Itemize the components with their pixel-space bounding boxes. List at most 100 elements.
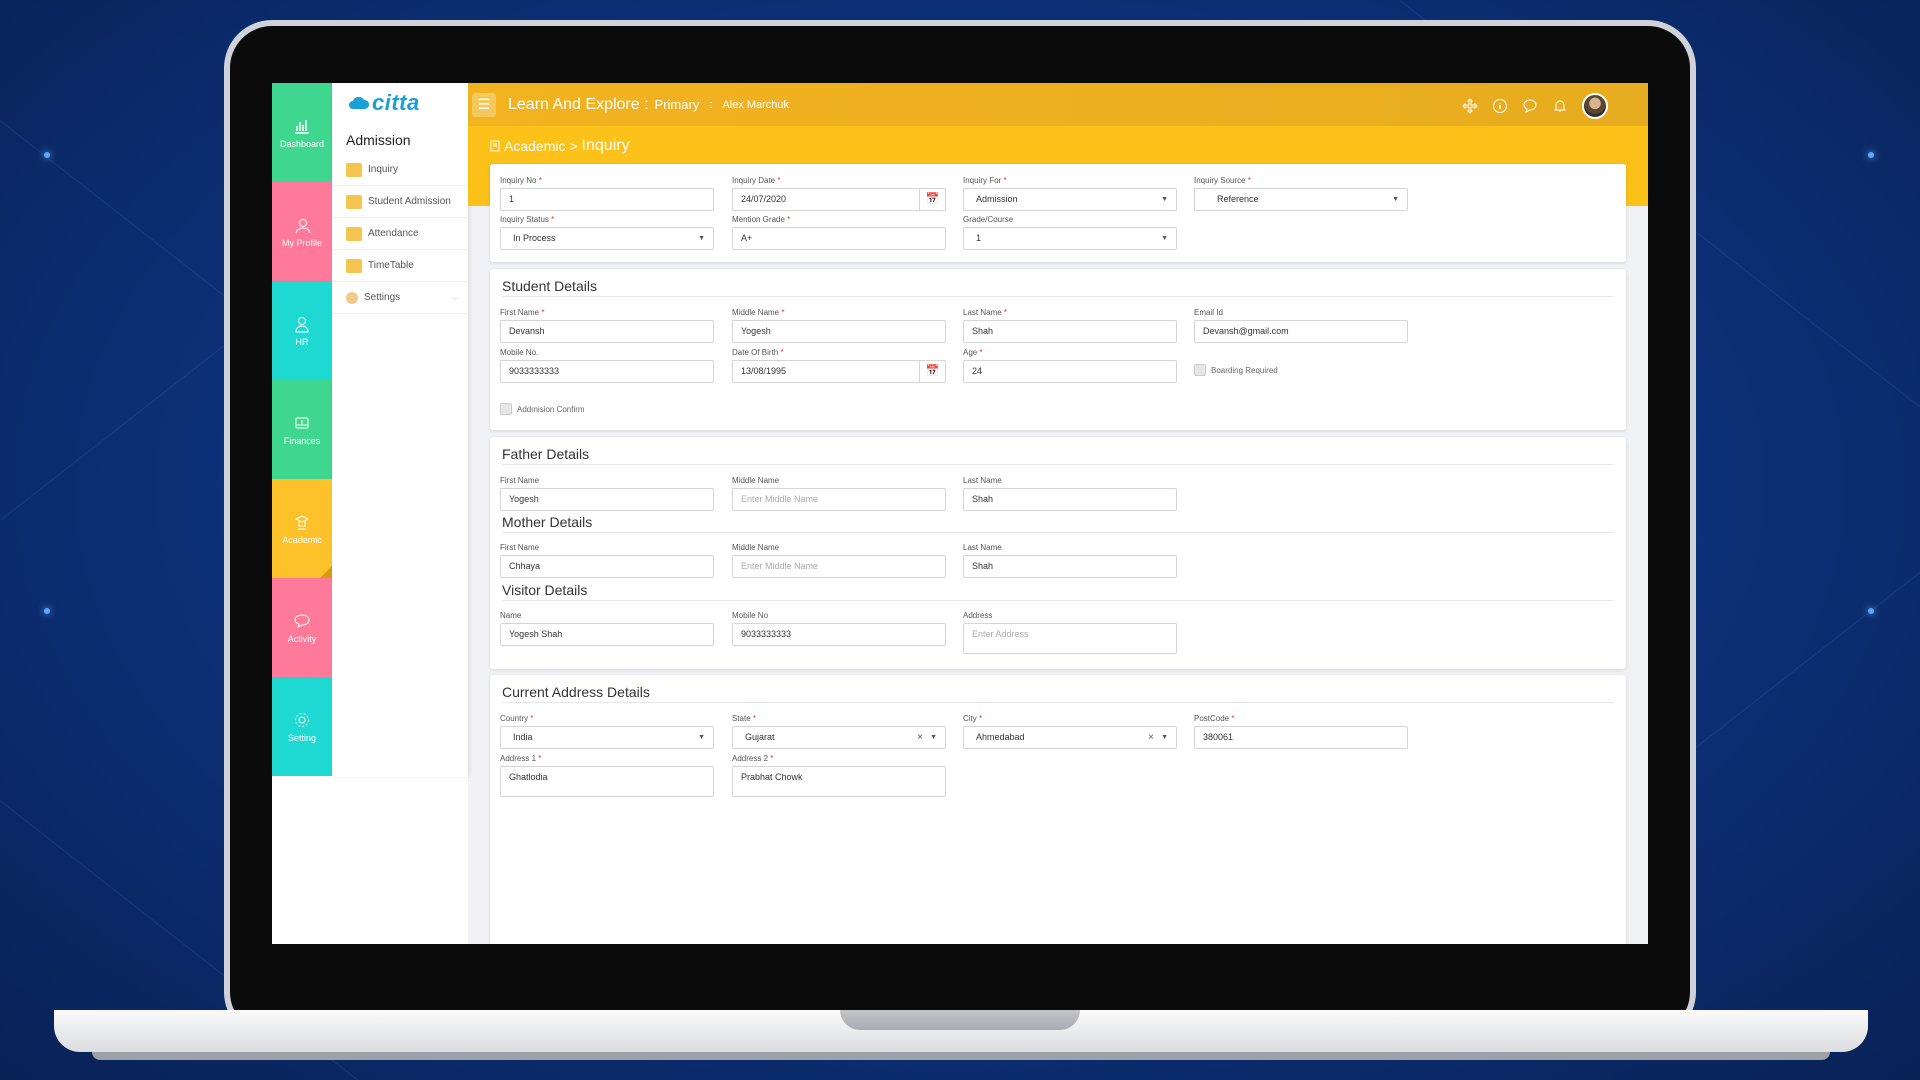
father-details-heading: Father Details (502, 446, 590, 462)
mother-details-heading: Mother Details (502, 514, 593, 530)
nav-label: My Profile (281, 237, 322, 248)
state-label: State * (732, 714, 757, 723)
student-last-name-field[interactable]: Shah (963, 320, 1177, 343)
dropdown-arrow-icon: ▼ (698, 235, 705, 242)
email-label: Email Id (1194, 308, 1223, 317)
menu-item-label: Settings (364, 292, 401, 303)
menu-item-attendance[interactable]: Attendance (332, 218, 468, 250)
breadcrumb-parent[interactable]: Academic > (504, 138, 578, 154)
inquiry-date-field[interactable]: 24/07/2020 📅 (732, 188, 946, 211)
nav-dashboard[interactable]: Dashboard (272, 83, 332, 182)
academic-icon (294, 514, 310, 529)
inquiry-source-select[interactable]: Reference ▼ (1194, 188, 1408, 211)
chat-icon[interactable] (1522, 98, 1538, 114)
bell-icon[interactable] (1552, 98, 1568, 114)
mother-first-name-field[interactable]: Chhaya (500, 555, 714, 578)
info-icon[interactable] (1492, 98, 1508, 114)
section-divider (502, 702, 1614, 703)
inquiry-icon (346, 162, 362, 177)
mention-grade-label: Mention Grade * (732, 215, 791, 224)
city-select[interactable]: Ahmedabad × ▼ (963, 726, 1177, 749)
nav-label: HR (295, 336, 309, 347)
mother-last-name-field[interactable]: Shah (963, 555, 1177, 578)
menu-item-inquiry[interactable]: Inquiry (332, 154, 468, 186)
dropdown-arrow-icon: ▼ (1161, 734, 1168, 741)
nav-setting[interactable]: Setting (272, 677, 332, 776)
nav-hr[interactable]: HR (272, 281, 332, 380)
nav-label: Finances (283, 435, 321, 446)
attendance-icon (346, 226, 362, 241)
mother-last-name-label: Last Name (963, 543, 1002, 552)
nav-label: Activity (287, 633, 317, 644)
clear-icon[interactable]: × (917, 727, 923, 748)
clear-icon[interactable]: × (1148, 727, 1154, 748)
app-title: Learn And Explore : (508, 95, 649, 113)
menu-item-student-admission[interactable]: Student Admission (332, 186, 468, 218)
country-select[interactable]: India ▼ (500, 726, 714, 749)
address1-field[interactable]: Ghatlodia (500, 766, 714, 797)
inquiry-status-select[interactable]: In Process ▼ (500, 227, 714, 250)
father-first-name-field[interactable]: Yogesh (500, 488, 714, 511)
visitor-name-field[interactable]: Yogesh Shah (500, 623, 714, 646)
nav-finances[interactable]: Finances (272, 380, 332, 479)
menu-item-timetable[interactable]: TimeTable (332, 250, 468, 282)
mention-grade-field[interactable]: A+ (732, 227, 946, 250)
hamburger-menu-button[interactable]: ☰ (472, 92, 496, 117)
top-bar: ☰ Learn And Explore : Primary : Alex Mar… (468, 83, 1648, 126)
admission-confirm-label: Addmision Confirm (517, 405, 585, 414)
dropdown-arrow-icon: ▼ (930, 734, 937, 741)
student-last-name-label: Last Name * (963, 308, 1008, 317)
menu-item-label: Attendance (368, 228, 419, 239)
father-first-name-label: First Name (500, 476, 540, 485)
menu-item-label: TimeTable (368, 260, 414, 271)
father-last-name-label: Last Name (963, 476, 1002, 485)
grade-course-label: Grade/Course (963, 215, 1014, 224)
activity-icon (294, 613, 310, 628)
admission-confirm-checkbox[interactable] (500, 403, 512, 415)
postcode-label: PostCode * (1194, 714, 1235, 723)
inquiry-no-field[interactable]: 1 (500, 188, 714, 211)
active-indicator (320, 566, 332, 578)
student-middle-name-label: Middle Name * (732, 308, 785, 317)
mother-middle-name-field[interactable]: Enter Middle Name (732, 555, 946, 578)
boarding-required-checkbox[interactable] (1194, 364, 1206, 376)
state-select[interactable]: Gujarat × ▼ (732, 726, 946, 749)
student-admission-icon (346, 194, 362, 209)
dropdown-arrow-icon: ▼ (698, 734, 705, 741)
section-divider (502, 464, 1614, 465)
visitor-mobile-field[interactable]: 9033333333 (732, 623, 946, 646)
branch-name[interactable]: Primary (655, 97, 700, 112)
student-middle-name-field[interactable]: Yogesh (732, 320, 946, 343)
email-field[interactable]: Devansh@gmail.com (1194, 320, 1408, 343)
student-first-name-field[interactable]: Devansh (500, 320, 714, 343)
address2-field[interactable]: Prabhat Chowk (732, 766, 946, 797)
nav-my-profile[interactable]: My Profile (272, 182, 332, 281)
nav-activity[interactable]: Activity (272, 578, 332, 677)
avatar[interactable] (1582, 93, 1608, 119)
menu-item-settings[interactable]: Settings ⌵ (332, 282, 468, 314)
section-divider (502, 532, 1614, 533)
user-name[interactable]: Alex Marchuk (722, 99, 789, 111)
address2-label: Address 2 * (732, 754, 774, 763)
father-last-name-field[interactable]: Shah (963, 488, 1177, 511)
nav-academic[interactable]: Academic (272, 479, 332, 578)
move-icon[interactable] (1462, 98, 1478, 114)
laptop-underside (92, 1052, 1830, 1060)
mobile-field[interactable]: 9033333333 (500, 360, 714, 383)
age-field[interactable]: 24 (963, 360, 1177, 383)
city-label: City * (963, 714, 983, 723)
father-middle-name-field[interactable]: Enter Middle Name (732, 488, 946, 511)
postcode-field[interactable]: 380061 (1194, 726, 1408, 749)
student-details-heading: Student Details (502, 278, 597, 294)
inquiry-for-select[interactable]: Admission ▼ (963, 188, 1177, 211)
address-details-card: Current Address Details Country * India ▼… (490, 675, 1626, 944)
visitor-address-field[interactable]: Enter Address (963, 623, 1177, 654)
timetable-icon (346, 258, 362, 273)
dropdown-arrow-icon: ▼ (1392, 196, 1399, 203)
title-separator: : (709, 98, 713, 111)
grade-course-select[interactable]: 1 ▼ (963, 227, 1177, 250)
calendar-icon[interactable]: 📅 (919, 361, 945, 382)
inquiry-status-label: Inquiry Status * (500, 215, 555, 224)
calendar-icon[interactable]: 📅 (919, 189, 945, 210)
dob-field[interactable]: 13/08/1995 📅 (732, 360, 946, 383)
